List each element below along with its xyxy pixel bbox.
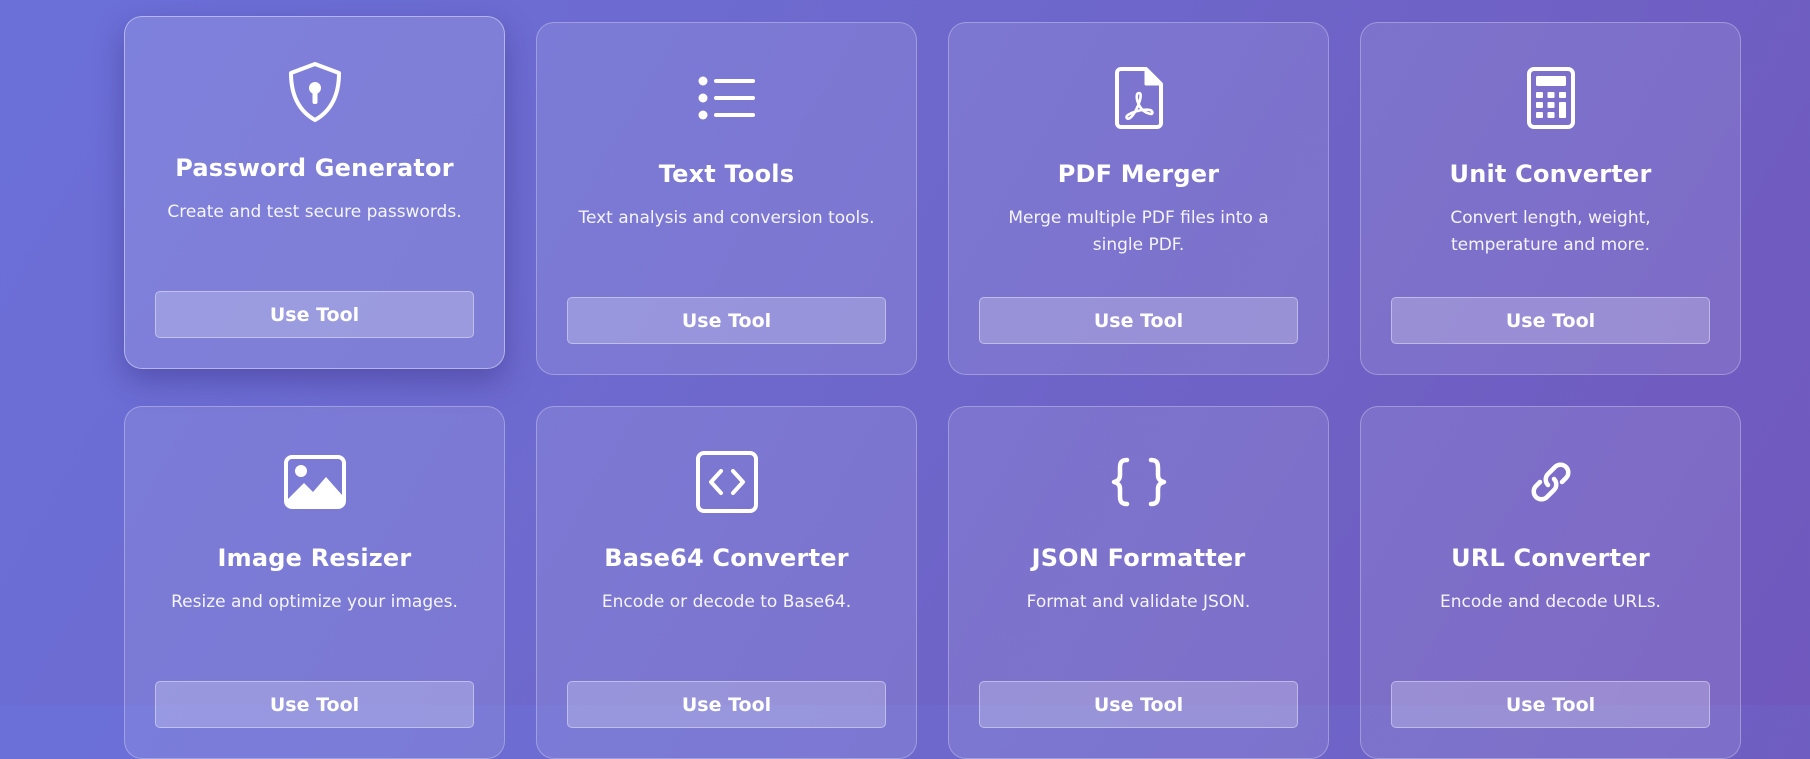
tool-description: Resize and optimize your images. <box>171 592 458 612</box>
list-icon <box>692 63 762 133</box>
pdf-file-icon <box>1104 63 1174 133</box>
tool-title: URL Converter <box>1451 544 1650 572</box>
tool-description: Encode and decode URLs. <box>1440 592 1661 612</box>
tool-card-pdf-merger[interactable]: PDF Merger Merge multiple PDF files into… <box>948 22 1329 375</box>
tool-title: JSON Formatter <box>1031 544 1246 572</box>
tool-card-url-converter[interactable]: URL Converter Encode and decode URLs. Us… <box>1360 406 1741 759</box>
tool-description: Format and validate JSON. <box>1026 592 1251 612</box>
tool-description: Encode or decode to Base64. <box>601 592 852 612</box>
tools-grid: Password Generator Create and test secur… <box>124 16 1741 759</box>
tool-card-password-generator[interactable]: Password Generator Create and test secur… <box>124 16 505 369</box>
use-tool-button[interactable]: Use Tool <box>1391 297 1710 344</box>
tool-description: Merge multiple PDF files into a single P… <box>1008 208 1269 255</box>
tool-title: Unit Converter <box>1449 160 1652 188</box>
tool-title: Text Tools <box>658 160 795 188</box>
tool-description: Convert length, weight, temperature and … <box>1450 208 1651 255</box>
tool-title: Image Resizer <box>217 544 412 572</box>
use-tool-button[interactable]: Use Tool <box>155 291 474 338</box>
tool-card-base64-converter[interactable]: Base64 Converter Encode or decode to Bas… <box>536 406 917 759</box>
shield-keyhole-icon <box>280 57 350 127</box>
tool-description: Create and test secure passwords. <box>167 202 462 222</box>
tool-card-text-tools[interactable]: Text Tools Text analysis and conversion … <box>536 22 917 375</box>
tool-title: Password Generator <box>175 154 454 182</box>
tool-description: Text analysis and conversion tools. <box>578 208 875 228</box>
calculator-icon <box>1516 63 1586 133</box>
tool-card-unit-converter[interactable]: Unit Converter Convert length, weight, t… <box>1360 22 1741 375</box>
code-square-icon <box>692 447 762 517</box>
tool-card-json-formatter[interactable]: JSON Formatter Format and validate JSON.… <box>948 406 1329 759</box>
braces-icon <box>1104 447 1174 517</box>
image-icon <box>280 447 350 517</box>
tool-title: Base64 Converter <box>604 544 849 572</box>
tool-card-image-resizer[interactable]: Image Resizer Resize and optimize your i… <box>124 406 505 759</box>
use-tool-button[interactable]: Use Tool <box>979 297 1298 344</box>
tool-title: PDF Merger <box>1057 160 1220 188</box>
link-icon <box>1516 447 1586 517</box>
use-tool-button[interactable]: Use Tool <box>567 297 886 344</box>
